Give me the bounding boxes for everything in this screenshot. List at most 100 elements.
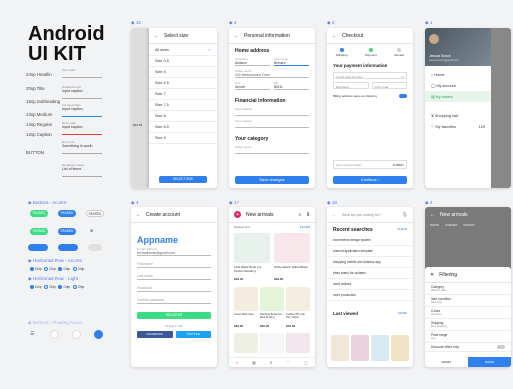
size-option[interactable]: Size 4.5 (149, 78, 217, 89)
back-arrow-icon[interactable]: ← (332, 212, 337, 218)
text-field-sample[interactable]: Text Field - (62, 68, 102, 78)
facebook-button[interactable]: FACEBOOK (137, 331, 173, 338)
size-option[interactable]: Size 0.5 (149, 56, 217, 67)
tab-white[interactable]: WHITE (430, 223, 439, 227)
size-option[interactable]: Size 9 (149, 133, 217, 144)
recent-search-item[interactable]: more articles (327, 279, 413, 290)
recent-search-item[interactable]: shopping mobile and desktop app (327, 257, 413, 268)
back-arrow-icon[interactable]: ← (430, 212, 435, 218)
text-field-focused[interactable]: Focused state Input caption (62, 103, 102, 117)
city-field[interactable]: City Denver (235, 81, 270, 90)
recent-search-item[interactable]: android application template (327, 246, 413, 257)
drawer-item-cart[interactable]: ⊻ Shopping cart (425, 110, 491, 121)
card-number-input[interactable]: Credit Card Number ▭ (333, 72, 407, 79)
register-button[interactable]: REGISTER (137, 312, 211, 319)
back-arrow-icon[interactable]: ← (154, 33, 159, 39)
drawer-item-orders[interactable]: ▤ My orders (425, 91, 491, 102)
toggle-pill[interactable] (28, 244, 48, 251)
back-arrow-icon[interactable]: ← (332, 33, 337, 39)
confirm-password-field[interactable]: Confirm password (137, 298, 211, 304)
cart-icon[interactable]: ⊻ (270, 360, 273, 365)
dropdown-select[interactable]: Dropdown select List of items (62, 163, 102, 177)
recent-search-item[interactable]: ebay brand for updates (327, 268, 413, 279)
toggle-icon[interactable]: ⊕ (90, 228, 93, 233)
accent-button[interactable]: PASSED (30, 210, 48, 217)
accent-button-2[interactable]: PASSED (30, 228, 48, 235)
row-light[interactable]: Chip Chip Chip Chip (30, 285, 84, 290)
billing-toggle-row[interactable]: Billing address same as shipping (333, 94, 407, 98)
list-icon[interactable]: ☰ (30, 331, 34, 337)
last-viewed-image[interactable] (371, 335, 389, 361)
filter-row[interactable]: Category Women, Men (425, 283, 511, 295)
size-option[interactable]: Size 7.5 (149, 100, 217, 111)
drawer-item-favorites[interactable]: ♡ My favorites 129 (425, 121, 491, 132)
row-accent[interactable]: Chip Chip Chip Chip (30, 267, 84, 272)
fab-light-2[interactable] (72, 330, 81, 339)
home-icon[interactable]: ⌂ (236, 360, 238, 365)
size-option[interactable]: All sizes ✓ (149, 44, 217, 56)
search-input[interactable]: What are you looking for? (342, 213, 381, 217)
toggle-off[interactable] (88, 244, 102, 251)
discount-switch[interactable] (497, 345, 505, 349)
size-option[interactable]: Size 7 (149, 89, 217, 100)
size-option[interactable]: Size 5 (149, 67, 217, 78)
search-icon[interactable]: ⌕ (299, 212, 302, 218)
reset-button[interactable]: RESET (425, 357, 468, 367)
filter-row[interactable]: Shipping Free shipping (425, 319, 511, 331)
size-option[interactable]: Size 8 (149, 111, 217, 122)
toggle-pill-2[interactable] (58, 244, 78, 251)
filter-row-discount[interactable]: Discount offers only (425, 343, 511, 352)
expiration-input[interactable]: Expiration (333, 82, 369, 89)
product-image[interactable] (234, 287, 258, 311)
street-field[interactable]: Street name 400 Meadowview Drive (235, 69, 309, 78)
recent-search-item[interactable]: ecommerce design system (327, 235, 413, 246)
password-field[interactable]: Password (137, 286, 211, 292)
text-field-error-text[interactable]: Error text Something is worth (62, 140, 102, 154)
size-option[interactable]: Size 8.5 (149, 122, 217, 133)
step-shipping[interactable]: Shipping (336, 48, 347, 57)
submit-promo-button[interactable]: SUBMIT (393, 163, 404, 167)
promo-row[interactable]: Got a promo code? SUBMIT (333, 160, 407, 169)
more-button[interactable]: MORE (398, 311, 407, 316)
last-viewed-image[interactable] (391, 335, 409, 361)
heart-icon[interactable]: ♡ (286, 360, 290, 365)
product-image[interactable] (234, 333, 258, 353)
financial-field-2[interactable]: Input caption (235, 119, 309, 128)
step-payment[interactable]: Payment (365, 48, 377, 57)
first-name-field[interactable]: First name (137, 262, 211, 268)
clear-button[interactable]: CLEAR (397, 227, 407, 233)
product-image[interactable] (260, 287, 284, 311)
twitter-button[interactable]: TWITTER (175, 331, 211, 338)
back-arrow-icon[interactable]: ← (234, 33, 239, 39)
step-review[interactable]: Review (394, 48, 404, 57)
continue-button[interactable]: Continue › (333, 176, 407, 184)
last-name-field[interactable]: Last name (137, 274, 211, 280)
product-image[interactable] (274, 233, 310, 263)
save-changes-button[interactable]: Save changes (235, 176, 309, 184)
email-field[interactable]: E-mail address bernadheras@gmail.com (137, 247, 211, 256)
account-icon[interactable]: ◯ (304, 360, 308, 365)
avatar[interactable] (429, 34, 439, 44)
cart-icon[interactable]: ⊻ (306, 212, 310, 218)
product-image[interactable] (286, 333, 310, 353)
last-viewed-image[interactable] (331, 335, 349, 361)
select-size-button[interactable]: SELECT SIZE (159, 176, 207, 183)
sort-dropdown[interactable]: Newest first (234, 225, 250, 229)
primary-button[interactable]: PASSED (58, 210, 76, 217)
product-image[interactable] (286, 287, 310, 311)
text-field-error[interactable]: Error state Input caption (62, 121, 102, 135)
fab-primary[interactable] (94, 330, 103, 339)
back-arrow-icon[interactable]: ← (136, 212, 141, 218)
filter-row[interactable]: Colors All colors (425, 307, 511, 319)
filter-row[interactable]: Item condition New only (425, 295, 511, 307)
tab-winter[interactable]: WINTER (463, 223, 474, 227)
filter-button[interactable]: FILTER (300, 225, 310, 229)
last-name-field[interactable]: Last name Bernard (274, 57, 309, 66)
recent-search-item[interactable]: more production (327, 290, 413, 301)
outline-button[interactable]: PASSED (86, 210, 104, 217)
drawer-item-home[interactable]: ⌂ Home (425, 70, 491, 80)
cvc-input[interactable]: CVC code (371, 82, 407, 89)
product-image[interactable] (234, 233, 270, 263)
zip-field[interactable]: Zip 80211 (274, 81, 309, 90)
last-viewed-image[interactable] (351, 335, 369, 361)
